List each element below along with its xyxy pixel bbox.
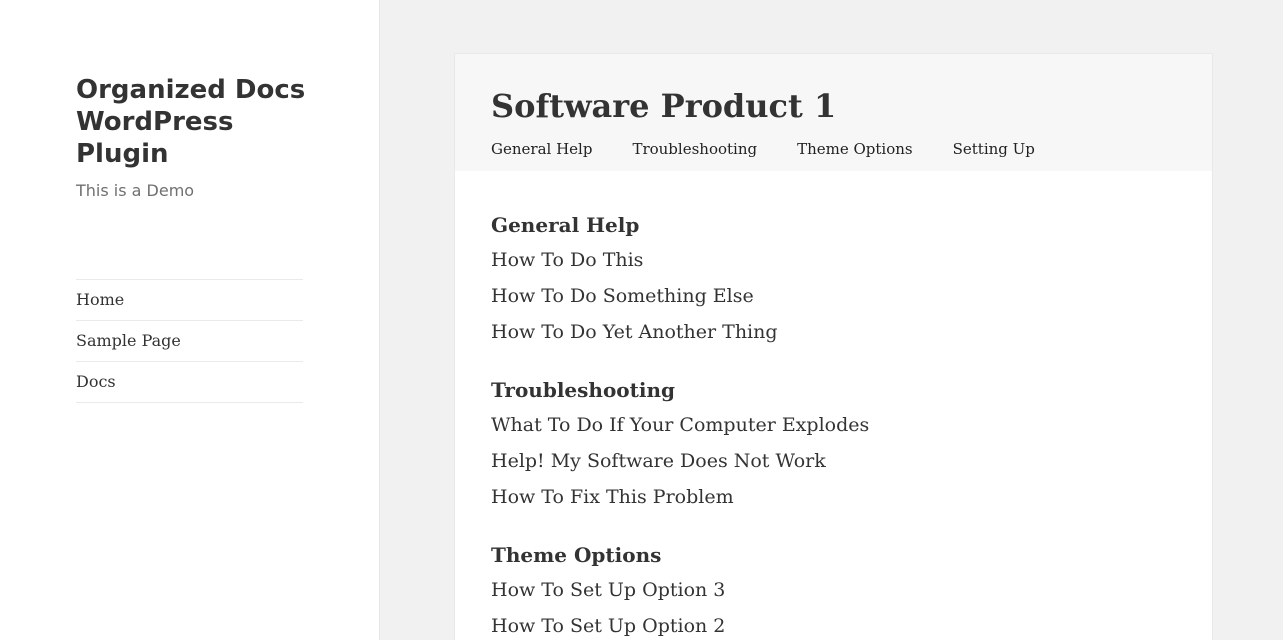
site-title[interactable]: Organized Docs WordPress Plugin <box>76 74 316 170</box>
tab-theme-options[interactable]: Theme Options <box>797 138 913 160</box>
section-title: Troubleshooting <box>491 378 675 402</box>
sidebar: Organized Docs WordPress Plugin This is … <box>0 0 380 640</box>
nav-item-sample-page[interactable]: Sample Page <box>76 321 303 362</box>
doc-section-troubleshooting: Troubleshooting What To Do If Your Compu… <box>491 376 869 515</box>
doc-link[interactable]: Help! My Software Does Not Work <box>491 443 869 479</box>
doc-link[interactable]: How To Do This <box>491 242 869 278</box>
nav-item-home[interactable]: Home <box>76 280 303 321</box>
product-tab-nav: General Help Troubleshooting Theme Optio… <box>491 138 1075 160</box>
doc-sections: General Help How To Do This How To Do So… <box>491 211 869 640</box>
doc-link[interactable]: How To Set Up Option 3 <box>491 572 869 608</box>
doc-link[interactable]: How To Fix This Problem <box>491 479 869 515</box>
section-title: Theme Options <box>491 543 662 567</box>
section-link-list: What To Do If Your Computer Explodes Hel… <box>491 407 869 515</box>
doc-section-general-help: General Help How To Do This How To Do So… <box>491 211 869 350</box>
section-link-list: How To Set Up Option 3 How To Set Up Opt… <box>491 572 869 640</box>
doc-link[interactable]: How To Do Something Else <box>491 278 869 314</box>
card-header: Software Product 1 General Help Troubles… <box>455 54 1212 171</box>
product-title: Software Product 1 <box>491 87 837 125</box>
section-link-list: How To Do This How To Do Something Else … <box>491 242 869 350</box>
content-card: Software Product 1 General Help Troubles… <box>454 53 1213 640</box>
doc-link[interactable]: How To Do Yet Another Thing <box>491 314 869 350</box>
site-tagline: This is a Demo <box>76 181 195 200</box>
nav-item-docs[interactable]: Docs <box>76 362 303 403</box>
doc-link[interactable]: What To Do If Your Computer Explodes <box>491 407 869 443</box>
tab-troubleshooting[interactable]: Troubleshooting <box>632 138 757 160</box>
doc-section-theme-options: Theme Options How To Set Up Option 3 How… <box>491 541 869 640</box>
doc-link[interactable]: How To Set Up Option 2 <box>491 608 869 640</box>
tab-setting-up[interactable]: Setting Up <box>953 138 1035 160</box>
section-title: General Help <box>491 213 640 237</box>
main-nav: Home Sample Page Docs <box>76 279 303 403</box>
tab-general-help[interactable]: General Help <box>491 138 592 160</box>
